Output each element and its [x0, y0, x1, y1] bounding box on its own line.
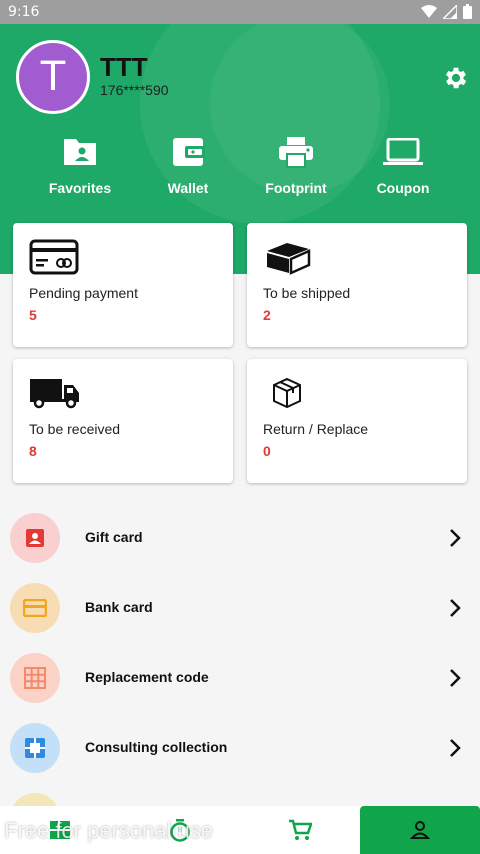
- cart-icon: [289, 819, 312, 840]
- quick-coupon[interactable]: Coupon: [353, 132, 453, 196]
- menu-item-gift-card[interactable]: Gift card: [0, 503, 480, 573]
- menu-item-consulting-collection[interactable]: Consulting collection: [0, 713, 480, 783]
- quick-wallet[interactable]: Wallet: [138, 132, 238, 196]
- quick-label: Wallet: [167, 180, 209, 196]
- laptop-icon: [383, 138, 423, 165]
- timer-icon: [170, 819, 190, 842]
- bottom-nav: [0, 806, 480, 854]
- user-phone: 176****590: [100, 82, 169, 98]
- order-card-return-replace[interactable]: Return / Replace 0: [247, 359, 467, 483]
- nav-timer[interactable]: [120, 806, 240, 854]
- menu-label: Replacement code: [85, 669, 209, 685]
- order-label: To be received: [29, 421, 121, 437]
- order-card-to-be-shipped[interactable]: To be shipped 2: [247, 223, 467, 347]
- order-count: 5: [29, 307, 37, 323]
- order-label: To be shipped: [263, 285, 351, 301]
- frame-icon: [25, 738, 45, 758]
- order-count: 8: [29, 443, 37, 459]
- menu-label: Consulting collection: [85, 739, 228, 755]
- quick-footprint[interactable]: Footprint: [246, 132, 346, 196]
- quick-label: Footprint: [265, 180, 327, 196]
- order-label: Pending payment: [29, 285, 138, 301]
- gift-card-icon: [26, 529, 44, 547]
- package-icon: [273, 377, 301, 409]
- chevron-right-icon: [450, 529, 461, 547]
- chevron-right-icon: [450, 599, 461, 617]
- status-time: 9:16: [8, 4, 40, 20]
- status-icons: [421, 4, 472, 19]
- printer-icon: [279, 137, 313, 168]
- nav-cart[interactable]: [240, 806, 360, 854]
- order-count: 0: [263, 443, 271, 459]
- wifi-icon: [421, 4, 437, 18]
- avatar[interactable]: T: [16, 40, 90, 114]
- grid-icon: [24, 667, 46, 689]
- person-icon: [410, 821, 430, 839]
- battery-icon: [463, 4, 472, 19]
- chevron-right-icon: [450, 669, 461, 687]
- nav-home[interactable]: [0, 806, 120, 854]
- wallet-icon: [173, 138, 205, 166]
- gear-icon[interactable]: [442, 64, 470, 92]
- user-name: TTT: [100, 52, 148, 82]
- menu-label: Bank card: [85, 599, 153, 615]
- quick-favorites[interactable]: Favorites: [30, 132, 130, 196]
- order-card-pending-payment[interactable]: Pending payment 5: [13, 223, 233, 347]
- order-count: 2: [263, 307, 271, 323]
- chevron-right-icon: [450, 739, 461, 757]
- nav-profile[interactable]: [360, 806, 480, 854]
- order-card-to-be-received[interactable]: To be received 8: [13, 359, 233, 483]
- menu-item-bank-card[interactable]: Bank card: [0, 573, 480, 643]
- menu-label: Gift card: [85, 529, 143, 545]
- order-label: Return / Replace: [263, 421, 369, 437]
- home-icon: [50, 821, 70, 839]
- truck-icon: [30, 379, 79, 409]
- folder-person-icon: [64, 139, 96, 165]
- quick-label: Coupon: [376, 180, 430, 196]
- signal-icon: [443, 4, 457, 19]
- bank-card-icon: [23, 599, 47, 617]
- card-icon: [29, 239, 79, 275]
- quick-label: Favorites: [48, 180, 112, 196]
- status-bar: 9:16: [0, 0, 480, 24]
- box-icon: [267, 243, 311, 275]
- menu-item-replacement-code[interactable]: Replacement code: [0, 643, 480, 713]
